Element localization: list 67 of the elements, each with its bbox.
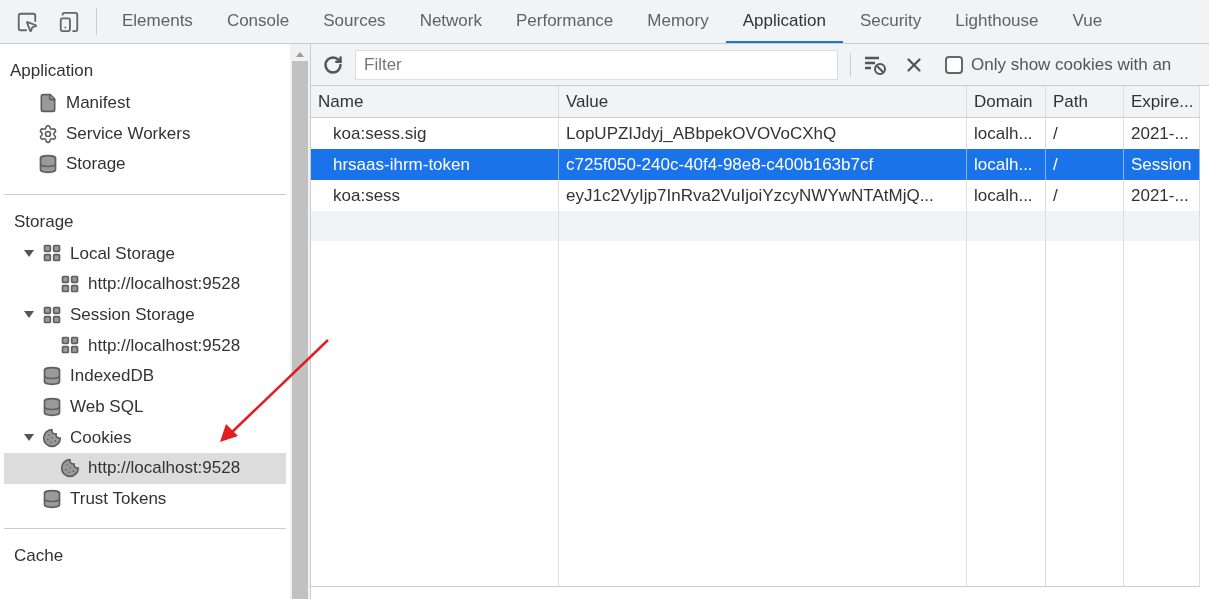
database-icon: [42, 396, 62, 417]
settings-icon: [38, 123, 58, 144]
panel-tab[interactable]: Performance: [499, 0, 631, 43]
table-cell-text: hrsaas-ihrm-token: [333, 153, 470, 176]
refresh-icon[interactable]: [323, 54, 343, 75]
sidebar-item[interactable]: http://localhost:9528: [4, 268, 286, 300]
table-cell-text: c725f050-240c-40f4-98e8-c400b163b7cf: [566, 153, 874, 176]
panel-tab[interactable]: Network: [402, 0, 499, 43]
expand-triangle-icon[interactable]: [24, 249, 34, 257]
grid-icon: [60, 335, 80, 356]
filter-field[interactable]: Filter: [355, 49, 838, 80]
grid-icon: [60, 274, 80, 295]
expand-triangle-icon[interactable]: [24, 434, 34, 442]
device-icon[interactable]: [58, 10, 80, 33]
inspect-icon[interactable]: [16, 10, 38, 33]
table-cell-text: localh...: [974, 122, 1033, 145]
database-icon: [42, 366, 62, 387]
panel-tab[interactable]: Memory: [630, 0, 726, 43]
table-cell-text: 2021-...: [1131, 184, 1189, 207]
panel-tab[interactable]: Console: [209, 0, 307, 43]
sidebar-item[interactable]: Trust Tokens: [4, 483, 286, 515]
grid-icon: [42, 304, 62, 325]
column-header[interactable]: Name: [311, 86, 559, 117]
sidebar-item[interactable]: Web SQL: [4, 391, 286, 423]
grid-icon: [42, 243, 62, 264]
scrollbar[interactable]: [290, 44, 310, 599]
panel-tab[interactable]: Sources: [306, 0, 403, 43]
table-cell-text: /: [1053, 153, 1058, 176]
table-cell-text: koa:sess: [333, 184, 401, 207]
sidebar-item[interactable]: Cookies: [4, 422, 286, 453]
table-cell-text: 2021-...: [1131, 122, 1189, 145]
sidebar-item[interactable]: Service Workers: [0, 118, 290, 149]
expand-triangle-icon[interactable]: [24, 311, 34, 319]
checkbox-label: Only show cookies with an: [971, 53, 1172, 76]
table-cell-text: localh...: [974, 153, 1033, 176]
column-header[interactable]: Value: [559, 86, 967, 117]
sidebar-item[interactable]: Local Storage: [4, 238, 286, 269]
database-icon: [42, 488, 62, 509]
table-cell-text: LopUPZIJdyj_ABbpekOVOVoCXhQ: [566, 122, 837, 145]
cookie-icon: [60, 458, 80, 479]
section-heading: Storage: [13, 210, 75, 233]
file-icon: [38, 92, 58, 113]
checkbox[interactable]: [945, 55, 963, 74]
table-cell-text: /: [1053, 122, 1058, 145]
sidebar-item[interactable]: Manifest: [0, 87, 290, 119]
panel-tab[interactable]: Vue: [1055, 0, 1120, 43]
panel-tab[interactable]: Elements: [105, 0, 210, 43]
table-row[interactable]: hrsaas-ihrm-token c725f050-240c-40f4-98e8-c400b163b7cf localh... / Session: [311, 149, 1200, 180]
column-header[interactable]: Path: [1046, 86, 1124, 117]
sidebar-item[interactable]: http://localhost:9528: [4, 330, 286, 361]
column-header[interactable]: Expire...: [1124, 86, 1200, 117]
table-cell-text: /: [1053, 184, 1058, 207]
table-cell-text: eyJ1c2VyIjp7InRva2VuIjoiYzcyNWYwNTAtMjQ...: [566, 184, 934, 207]
table-cell-text: Session: [1131, 153, 1192, 176]
table-cell-text: koa:sess.sig: [333, 122, 427, 145]
section-heading: Application: [9, 60, 95, 82]
column-header[interactable]: Domain: [967, 86, 1046, 117]
sidebar-item[interactable]: Storage: [0, 148, 290, 180]
table-cell-text: localh...: [974, 184, 1033, 207]
panel-tab[interactable]: Lighthouse: [938, 0, 1056, 43]
panel-tab[interactable]: Security: [842, 0, 939, 43]
cookie-icon: [42, 427, 62, 448]
section-heading: Cache: [13, 545, 65, 568]
database-icon: [38, 154, 58, 175]
sidebar-item[interactable]: Session Storage: [4, 299, 286, 331]
sidebar-item[interactable]: IndexedDB: [4, 360, 286, 392]
sidebar-item[interactable]: http://localhost:9528: [4, 452, 286, 484]
